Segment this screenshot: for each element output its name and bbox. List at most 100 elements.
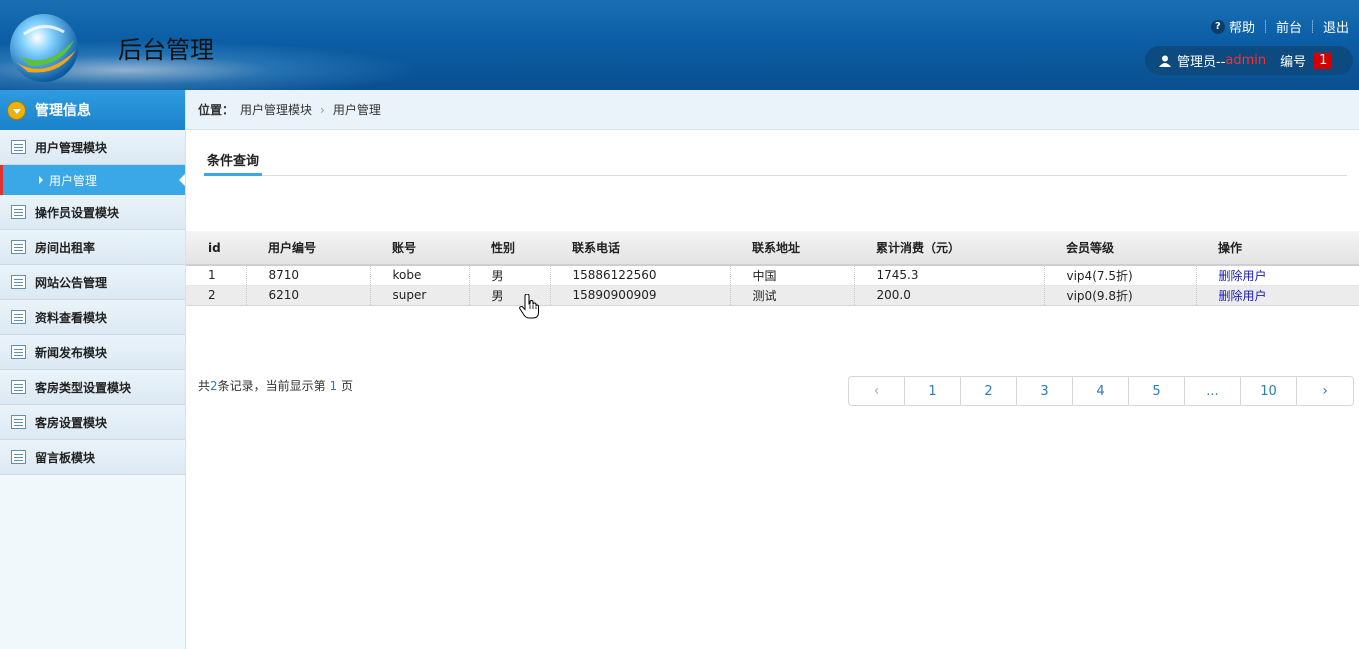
- cell-user-no: 6210: [246, 285, 371, 306]
- username: admin: [1225, 53, 1267, 68]
- column-header: 累计消费（元）: [854, 231, 1044, 266]
- cell-address: 测试: [730, 285, 855, 306]
- query-tab-bar: 条件查询: [204, 148, 1347, 176]
- help-icon[interactable]: ?: [1210, 19, 1225, 34]
- sidebar-subitem-user-management[interactable]: 用户管理: [0, 165, 185, 195]
- breadcrumb-label: 位置：: [198, 103, 235, 117]
- sidebar-item-label: 客房类型设置模块: [35, 380, 132, 395]
- column-header: 会员等级: [1044, 231, 1196, 266]
- summary-prefix: 共: [198, 379, 211, 393]
- cell-user-no: 8710: [246, 265, 371, 286]
- page-button[interactable]: 4: [1073, 377, 1129, 405]
- hand-cursor-icon: [519, 294, 539, 319]
- delete-user-link[interactable]: 删除用户: [1196, 265, 1359, 286]
- record-summary: 共2条记录，当前显示第 1 页: [198, 377, 353, 394]
- table-row[interactable]: 2 6210 super 男 15890900909 测试 200.0 vip0…: [186, 285, 1359, 306]
- delete-user-link[interactable]: 删除用户: [1196, 285, 1359, 306]
- cell-gender: 男: [469, 265, 551, 286]
- page-button[interactable]: 3: [1017, 377, 1073, 405]
- list-icon: [11, 415, 26, 429]
- page-button[interactable]: 2: [961, 377, 1017, 405]
- front-link[interactable]: 前台: [1276, 17, 1302, 36]
- top-links: ? 帮助 前台 退出: [1210, 17, 1349, 36]
- column-header: 操作: [1196, 231, 1359, 266]
- cell-account: super: [370, 285, 470, 306]
- logout-link[interactable]: 退出: [1323, 17, 1349, 36]
- breadcrumb: 位置： 用户管理模块 › 用户管理: [186, 90, 1359, 130]
- sidebar-item-label: 客房设置模块: [35, 415, 108, 430]
- column-header: 性别: [469, 231, 550, 266]
- cell-level: vip4(7.5折): [1044, 265, 1197, 286]
- help-link[interactable]: 帮助: [1229, 17, 1255, 36]
- sidebar-item-label: 操作员设置模块: [35, 205, 120, 220]
- column-header: id: [186, 231, 246, 266]
- sidebar-item-room-types[interactable]: 客房类型设置模块: [0, 370, 185, 405]
- sidebar-item-label: 网站公告管理: [35, 275, 108, 290]
- role-prefix: 管理员--: [1177, 55, 1226, 70]
- list-icon: [11, 240, 26, 254]
- breadcrumb-separator: ›: [320, 102, 325, 117]
- sidebar-item-label: 用户管理模块: [35, 140, 108, 155]
- summary-count: 2: [210, 379, 218, 393]
- page-button[interactable]: 10: [1241, 377, 1297, 405]
- cell-level: vip0(9.8折): [1044, 285, 1197, 306]
- sidebar-item-guestbook[interactable]: 留言板模块: [0, 440, 185, 475]
- sidebar-item-user-module[interactable]: 用户管理模块: [0, 130, 185, 165]
- link-divider: [1311, 20, 1313, 33]
- page-button[interactable]: 1: [905, 377, 961, 405]
- sidebar-heading[interactable]: 管理信息: [0, 90, 185, 130]
- link-divider: [1264, 20, 1266, 33]
- sidebar-item-operator-settings[interactable]: 操作员设置模块: [0, 195, 185, 230]
- summary-page: 1: [329, 379, 338, 393]
- list-icon: [11, 450, 26, 464]
- sidebar-item-label: 资料查看模块: [35, 310, 108, 325]
- number-label: 编号: [1280, 55, 1307, 70]
- sidebar-item-occupancy[interactable]: 房间出租率: [0, 230, 185, 265]
- sidebar-item-announcements[interactable]: 网站公告管理: [0, 265, 185, 300]
- user-table: id 用户编号 账号 性别 联系电话 联系地址 累计消费（元） 会员等级 操作 …: [186, 231, 1359, 306]
- column-header: 用户编号: [246, 231, 370, 266]
- sidebar-heading-label: 管理信息: [35, 103, 91, 119]
- breadcrumb-item[interactable]: 用户管理: [333, 101, 381, 118]
- sidebar: 管理信息 用户管理模块 用户管理 操作员设置模块 房间出租率 网站公告管理 资料…: [0, 90, 186, 649]
- column-header: 联系地址: [730, 231, 854, 266]
- chevron-down-icon: [7, 100, 26, 120]
- cell-id: 2: [186, 285, 247, 306]
- tab-condition-query[interactable]: 条件查询: [204, 148, 263, 176]
- logo-icon: [10, 14, 78, 82]
- summary-suffix: 页: [340, 379, 353, 393]
- list-icon: [11, 205, 26, 219]
- cell-address: 中国: [730, 265, 855, 286]
- cell-phone: 15886122560: [550, 265, 731, 286]
- caret-right-icon: [39, 176, 43, 184]
- sidebar-item-label: 新闻发布模块: [35, 345, 108, 360]
- breadcrumb-item[interactable]: 用户管理模块: [240, 101, 312, 118]
- sidebar-subitem-label: 用户管理: [49, 173, 98, 188]
- site-title: 后台管理: [118, 36, 214, 64]
- page-ellipsis: ...: [1185, 377, 1241, 405]
- page-button[interactable]: 5: [1129, 377, 1185, 405]
- list-icon: [11, 380, 26, 394]
- sidebar-item-documents[interactable]: 资料查看模块: [0, 300, 185, 335]
- next-page-button[interactable]: ›: [1297, 377, 1353, 405]
- table-header-row: id 用户编号 账号 性别 联系电话 联系地址 累计消费（元） 会员等级 操作: [186, 231, 1359, 266]
- user-info: 管理员-- admin 编号 1: [1145, 46, 1353, 75]
- table-row[interactable]: 1 8710 kobe 男 15886122560 中国 1745.3 vip4…: [186, 265, 1359, 286]
- cell-spent: 1745.3: [854, 265, 1045, 286]
- cell-phone: 15890900909: [550, 285, 731, 306]
- prev-page-button[interactable]: ‹: [849, 377, 905, 405]
- header-bar: 后台管理 ? 帮助 前台 退出 管理员-- admin 编号 1: [0, 0, 1359, 90]
- list-icon: [11, 310, 26, 324]
- list-icon: [11, 275, 26, 289]
- sidebar-item-news[interactable]: 新闻发布模块: [0, 335, 185, 370]
- list-icon: [11, 140, 26, 154]
- cell-id: 1: [186, 265, 247, 286]
- column-header: 账号: [370, 231, 469, 266]
- cell-spent: 200.0: [854, 285, 1045, 306]
- list-icon: [11, 345, 26, 359]
- sidebar-item-room-settings[interactable]: 客房设置模块: [0, 405, 185, 440]
- sidebar-item-label: 房间出租率: [35, 240, 96, 255]
- user-icon: [1159, 55, 1171, 67]
- summary-middle: 条记录，当前显示第: [217, 379, 326, 393]
- cell-account: kobe: [370, 265, 470, 286]
